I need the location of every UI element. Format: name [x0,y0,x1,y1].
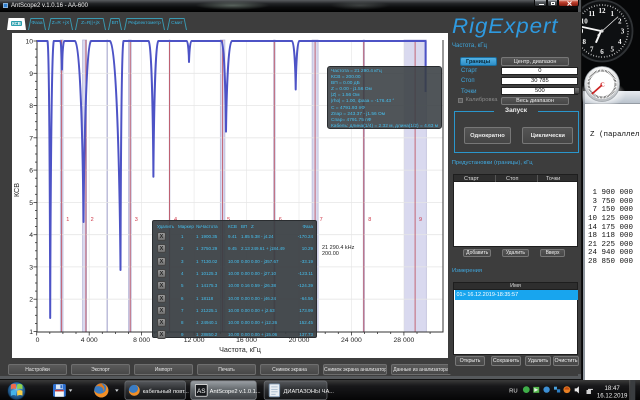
svg-text:9: 9 [419,217,422,223]
svg-text:9: 9 [29,71,33,78]
svg-text:Частота, кГц: Частота, кГц [219,345,261,354]
svg-text:3: 3 [135,217,138,223]
svg-text:4: 4 [29,232,33,239]
svg-text:7: 7 [320,217,323,223]
svg-text:КСВ: КСВ [12,183,21,197]
svg-text:8: 8 [29,103,33,110]
svg-text:4 000: 4 000 [81,337,98,344]
svg-text:4: 4 [618,38,622,46]
svg-text:2: 2 [29,297,33,304]
svg-text:6: 6 [600,48,604,56]
svg-text:1: 1 [29,329,33,336]
svg-text:AS: AS [197,388,206,395]
svg-text:3: 3 [621,28,625,36]
svg-text:2: 2 [91,217,94,223]
svg-text:C: C [600,81,605,88]
svg-text:2: 2 [618,17,622,25]
svg-text:10: 10 [25,39,33,46]
svg-text:6: 6 [29,168,33,175]
svg-text:1: 1 [66,217,69,223]
svg-text:1: 1 [610,10,614,18]
svg-text:RU: RU [509,388,518,394]
svg-text:5: 5 [29,200,33,207]
svg-text:18:47: 18:47 [604,385,620,392]
svg-text:8: 8 [368,217,371,223]
svg-text:7: 7 [29,135,33,142]
svg-text:0: 0 [36,337,40,344]
svg-text:AntScope2 v.1.0.1...: AntScope2 v.1.0.1... [210,389,261,395]
svg-text:7: 7 [590,45,594,53]
svg-text:3: 3 [29,264,33,271]
svg-text:12: 12 [599,7,607,15]
svg-text:28 000: 28 000 [394,337,415,344]
svg-text:24 000: 24 000 [341,337,362,344]
svg-text:8 000: 8 000 [133,337,150,344]
svg-text:ДИАПАЗОНЫ ЧА...: ДИАПАЗОНЫ ЧА... [284,389,335,395]
svg-text:16.12.2019: 16.12.2019 [597,393,628,400]
svg-text:кабельный повт...: кабельный повт... [143,388,190,395]
svg-text:5: 5 [610,45,614,53]
